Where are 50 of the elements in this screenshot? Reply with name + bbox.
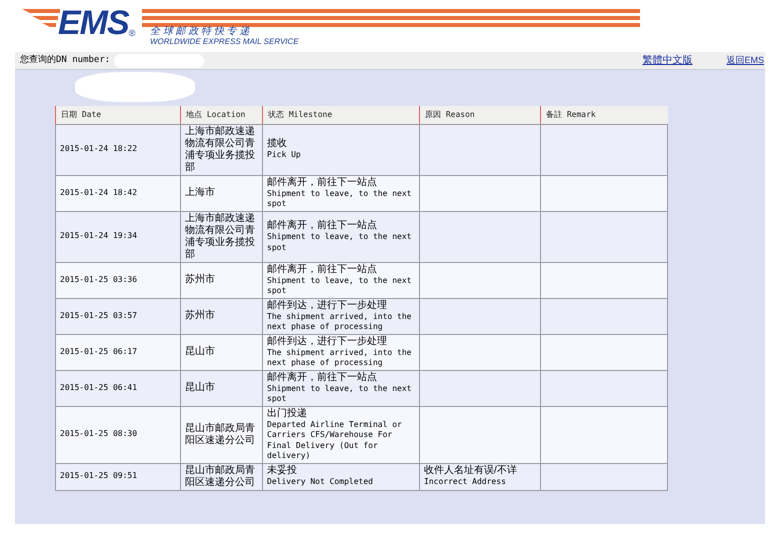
date-text: 2015-01-25 06:41 bbox=[60, 382, 138, 394]
reason-english: Incorrect Address bbox=[424, 477, 507, 488]
milestone-english: Shipment to leave, to the next spot bbox=[267, 276, 412, 296]
location-text: 上海市 bbox=[185, 187, 216, 199]
milestone-chinese: 邮件离开，前往下一站点 bbox=[267, 264, 378, 276]
milestone-english: Departed Airline Terminal or Carriers CFS/Warehouse For Final Delivery (Out for delivery) bbox=[267, 420, 403, 462]
date-text: 2015-01-25 08:30 bbox=[60, 429, 138, 440]
milestone-english: Shipment to leave, to the next spot bbox=[267, 384, 412, 404]
logo-text: EMS bbox=[58, 4, 129, 42]
location-text: 昆山市 bbox=[185, 346, 216, 358]
milestone-chinese: 邮件到达，进行下一步处理 bbox=[267, 300, 388, 312]
milestone-chinese: 出门投递 bbox=[267, 408, 308, 420]
milestone-english: Shipment to leave, to the next spot bbox=[267, 232, 412, 253]
date-text: 2015-01-24 19:34 bbox=[60, 231, 138, 242]
tagline-chinese: 全 球 邮 政 特 快 专 递 bbox=[150, 26, 250, 37]
milestone-english: Delivery Not Completed bbox=[267, 477, 374, 488]
milestone-chinese: 揽收 bbox=[267, 138, 288, 150]
location-text: 昆山市 bbox=[185, 382, 216, 394]
date-text: 2015-01-24 18:22 bbox=[60, 144, 138, 155]
column-header: 日期 Date bbox=[56, 106, 180, 124]
column-header: 状态 Milestone bbox=[262, 106, 420, 124]
milestone-chinese: 邮件离开，前往下一站点 bbox=[267, 372, 378, 384]
column-header: 原因 Reason bbox=[420, 106, 540, 124]
back-link[interactable]: 返回EMS bbox=[726, 54, 764, 68]
reason-chinese: 收件人名址有误/不详 bbox=[424, 465, 518, 478]
location-text: 苏州市 bbox=[185, 274, 216, 286]
milestone-chinese: 邮件离开，前往下一站点 bbox=[267, 220, 378, 232]
milestone-english: The shipment arrived, into the next phase of processing bbox=[267, 312, 412, 332]
date-text: 2015-01-24 18:42 bbox=[60, 188, 138, 198]
column-header: 地点 Location bbox=[180, 106, 262, 124]
location-text: 昆山市邮政局青阳区速递分公司 bbox=[185, 422, 256, 446]
location-text: 昆山市邮政局青阳区速递分公司 bbox=[185, 464, 256, 488]
milestone-chinese: 邮件到达，进行下一步处理 bbox=[267, 336, 388, 348]
milestone-chinese: 未妥投 bbox=[267, 465, 298, 478]
location-text: 上海市邮政速递物流有限公司青浦专项业务揽投部 bbox=[185, 212, 256, 260]
tagline-english: WORLDWIDE EXPRESS MAIL SERVICE bbox=[150, 37, 299, 47]
language-link[interactable]: 繁體中文版 bbox=[642, 53, 692, 68]
milestone-english: Pick Up bbox=[267, 150, 302, 161]
location-text: 上海市邮政速递物流有限公司青浦专项业务揽投部 bbox=[185, 126, 256, 174]
date-text: 2015-01-25 09:51 bbox=[60, 471, 138, 482]
date-text: 2015-01-25 03:57 bbox=[60, 310, 138, 322]
query-label: 您查询的DN number: bbox=[20, 54, 110, 67]
milestone-english: The shipment arrived, into the next phase of processing bbox=[267, 348, 412, 368]
milestone-chinese: 邮件离开，前往下一站点 bbox=[267, 176, 378, 188]
registered-mark: ® bbox=[128, 28, 136, 40]
column-header: 备註 Remark bbox=[540, 106, 668, 124]
date-text: 2015-01-25 03:36 bbox=[60, 274, 138, 286]
location-text: 苏州市 bbox=[185, 310, 216, 322]
milestone-english: Shipment to leave, to the next spot bbox=[267, 188, 412, 210]
date-text: 2015-01-25 06:17 bbox=[60, 346, 138, 358]
